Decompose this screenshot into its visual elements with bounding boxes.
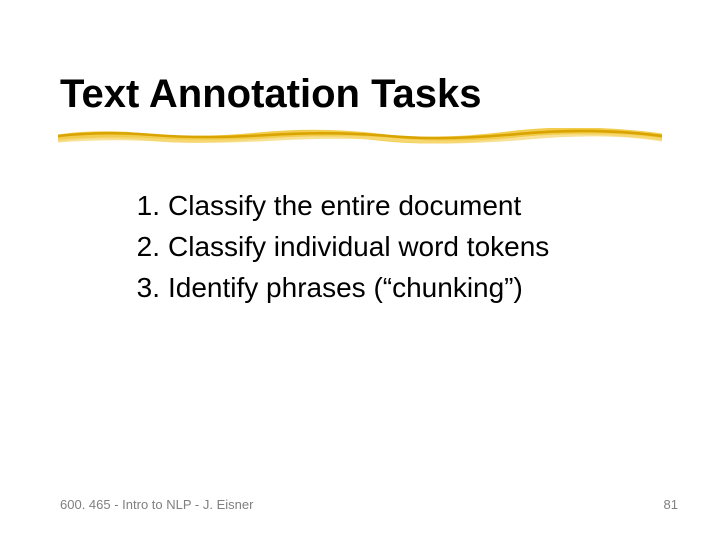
list-text: Classify the entire document	[168, 190, 521, 221]
numbered-list: 1. Classify the entire document 2. Class…	[120, 188, 630, 305]
slide-title: Text Annotation Tasks	[60, 72, 660, 123]
title-block: Text Annotation Tasks	[60, 72, 660, 123]
list-text: Classify individual word tokens	[168, 231, 549, 262]
list-text: Identify phrases (“chunking”)	[168, 272, 523, 303]
list-number: 1.	[120, 188, 160, 223]
body: 1. Classify the entire document 2. Class…	[120, 188, 630, 311]
footer-left: 600. 465 - Intro to NLP - J. Eisner	[60, 497, 253, 512]
title-underline	[58, 128, 662, 146]
list-number: 2.	[120, 229, 160, 264]
list-item: 1. Classify the entire document	[120, 188, 630, 223]
page-number: 81	[664, 497, 678, 512]
underline-svg	[58, 128, 662, 146]
list-item: 2. Classify individual word tokens	[120, 229, 630, 264]
list-item: 3. Identify phrases (“chunking”)	[120, 270, 630, 305]
slide: Text Annotation Tasks 1. Classify the en…	[0, 0, 720, 540]
list-number: 3.	[120, 270, 160, 305]
